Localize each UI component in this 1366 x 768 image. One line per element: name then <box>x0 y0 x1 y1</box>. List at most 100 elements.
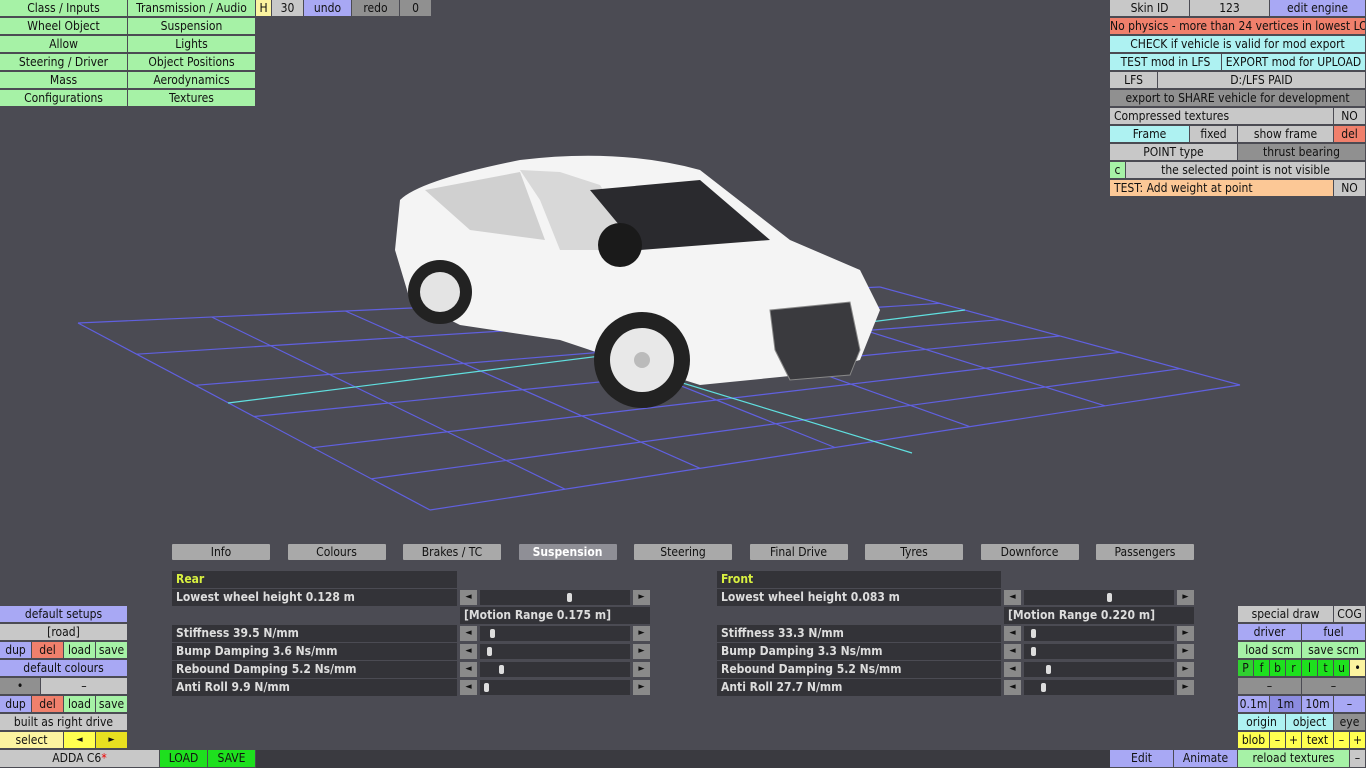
setup-select[interactable]: [road] <box>0 624 128 641</box>
blob-plus-button[interactable]: + <box>1286 732 1302 749</box>
dash-left-button[interactable]: – <box>1238 678 1302 695</box>
slider-right-arrow[interactable]: ► <box>1177 626 1194 641</box>
slider-right-arrow[interactable]: ► <box>633 662 650 677</box>
test-mod-button[interactable]: TEST mod in LFS <box>1110 54 1222 71</box>
slider-thumb[interactable] <box>1106 593 1112 602</box>
slider-right-arrow[interactable]: ► <box>633 590 650 605</box>
slider-left-arrow[interactable]: ◄ <box>1004 662 1021 677</box>
load-scm-button[interactable]: load scm <box>1238 642 1302 659</box>
colour-del-button[interactable]: del <box>32 696 64 713</box>
grid-none-button[interactable]: – <box>1334 696 1366 713</box>
menu-mass[interactable]: Mass <box>0 72 128 89</box>
slider-right-arrow[interactable]: ► <box>1177 590 1194 605</box>
slider-left-arrow[interactable]: ◄ <box>460 644 477 659</box>
minimize-button[interactable]: – <box>1350 750 1366 768</box>
menu-lights[interactable]: Lights <box>128 36 256 53</box>
slider-right-arrow[interactable]: ► <box>1177 680 1194 695</box>
tab-downforce[interactable]: Downforce <box>980 544 1079 560</box>
grid-10m-button[interactable]: 10m <box>1302 696 1334 713</box>
c-button[interactable]: c <box>1110 162 1126 179</box>
slider-thumb[interactable] <box>490 629 496 638</box>
load-vehicle-button[interactable]: LOAD <box>160 750 208 768</box>
slider-left-arrow[interactable]: ◄ <box>1004 626 1021 641</box>
slider-left-arrow[interactable]: ◄ <box>1004 590 1021 605</box>
reload-textures-button[interactable]: reload textures <box>1238 750 1350 768</box>
eye-button[interactable]: eye <box>1334 714 1366 731</box>
param-slider[interactable] <box>480 590 630 605</box>
slider-left-arrow[interactable]: ◄ <box>460 662 477 677</box>
edit-engine-button[interactable]: edit engine <box>1270 0 1366 17</box>
tab-brakes-tc[interactable]: Brakes / TC <box>403 544 501 560</box>
param-slider[interactable] <box>1024 644 1174 659</box>
default-setups-button[interactable]: default setups <box>0 606 128 623</box>
slider-left-arrow[interactable]: ◄ <box>460 626 477 641</box>
fuel-button[interactable]: fuel <box>1302 624 1366 641</box>
grid-0.1m-button[interactable]: 0.1m <box>1238 696 1270 713</box>
slider-thumb[interactable] <box>487 647 493 656</box>
slider-right-arrow[interactable]: ► <box>1177 662 1194 677</box>
menu-steering-driver[interactable]: Steering / Driver <box>0 54 128 71</box>
menu-aerodynamics[interactable]: Aerodynamics <box>128 72 256 89</box>
slider-left-arrow[interactable]: ◄ <box>460 590 477 605</box>
slider-thumb[interactable] <box>1031 647 1037 656</box>
origin-button[interactable]: origin <box>1238 714 1286 731</box>
test-weight-toggle[interactable]: NO <box>1334 180 1366 197</box>
cog-button[interactable]: COG <box>1334 606 1366 623</box>
special-draw-button[interactable]: special draw <box>1238 606 1334 623</box>
setup-load-button[interactable]: load <box>64 642 96 659</box>
frame-button[interactable]: Frame <box>1110 126 1190 143</box>
slider-thumb[interactable] <box>498 665 504 674</box>
param-slider[interactable] <box>1024 590 1174 605</box>
view-toggle-t[interactable]: t <box>1318 660 1334 677</box>
slider-right-arrow[interactable]: ► <box>1177 644 1194 659</box>
param-slider[interactable] <box>1024 680 1174 695</box>
view-toggle-dot[interactable]: • <box>1350 660 1366 677</box>
text-minus-button[interactable]: – <box>1334 732 1350 749</box>
tab-suspension[interactable]: Suspension <box>518 544 617 560</box>
view-toggle-u[interactable]: u <box>1334 660 1350 677</box>
lfs-path[interactable]: D:/LFS PAID <box>1158 72 1366 89</box>
view-toggle-P[interactable]: P <box>1238 660 1254 677</box>
slider-right-arrow[interactable]: ► <box>633 626 650 641</box>
check-valid-button[interactable]: CHECK if vehicle is valid for mod export <box>1110 36 1366 53</box>
default-colours-button[interactable]: default colours <box>0 660 128 677</box>
menu-class-inputs[interactable]: Class / Inputs <box>0 0 128 17</box>
slider-thumb[interactable] <box>1045 665 1051 674</box>
show-frame-button[interactable]: show frame <box>1238 126 1334 143</box>
lfs-button[interactable]: LFS <box>1110 72 1158 89</box>
undo-button[interactable]: undo <box>304 0 352 17</box>
param-slider[interactable] <box>480 644 630 659</box>
menu-object-positions[interactable]: Object Positions <box>128 54 256 71</box>
param-slider[interactable] <box>1024 662 1174 677</box>
menu-allow[interactable]: Allow <box>0 36 128 53</box>
menu-suspension[interactable]: Suspension <box>128 18 256 35</box>
menu-transmission-audio[interactable]: Transmission / Audio <box>128 0 256 17</box>
driver-button[interactable]: driver <box>1238 624 1302 641</box>
slider-left-arrow[interactable]: ◄ <box>460 680 477 695</box>
blob-minus-button[interactable]: – <box>1270 732 1286 749</box>
compressed-textures-toggle[interactable]: NO <box>1334 108 1366 125</box>
menu-textures[interactable]: Textures <box>128 90 256 107</box>
view-toggle-r[interactable]: r <box>1286 660 1302 677</box>
slider-thumb[interactable] <box>1041 683 1047 692</box>
redo-button[interactable]: redo <box>352 0 400 17</box>
param-slider[interactable] <box>480 662 630 677</box>
menu-configurations[interactable]: Configurations <box>0 90 128 107</box>
view-toggle-l[interactable]: l <box>1302 660 1318 677</box>
export-mod-button[interactable]: EXPORT mod for UPLOAD <box>1222 54 1366 71</box>
save-scm-button[interactable]: save scm <box>1302 642 1366 659</box>
slider-thumb[interactable] <box>1031 629 1037 638</box>
tab-colours[interactable]: Colours <box>287 544 386 560</box>
slider-left-arrow[interactable]: ◄ <box>1004 644 1021 659</box>
right-drive-toggle[interactable]: built as right drive <box>0 714 128 731</box>
point-type-select[interactable]: thrust bearing <box>1238 144 1366 161</box>
grid-1m-button[interactable]: 1m <box>1270 696 1302 713</box>
animate-mode-button[interactable]: Animate <box>1174 750 1238 768</box>
fixed-button[interactable]: fixed <box>1190 126 1238 143</box>
param-slider[interactable] <box>480 626 630 641</box>
prev-button[interactable]: ◄ <box>64 732 96 749</box>
colour-select[interactable]: – <box>41 678 128 695</box>
slider-thumb[interactable] <box>567 593 572 602</box>
del-frame-button[interactable]: del <box>1334 126 1366 143</box>
param-slider[interactable] <box>480 680 630 695</box>
